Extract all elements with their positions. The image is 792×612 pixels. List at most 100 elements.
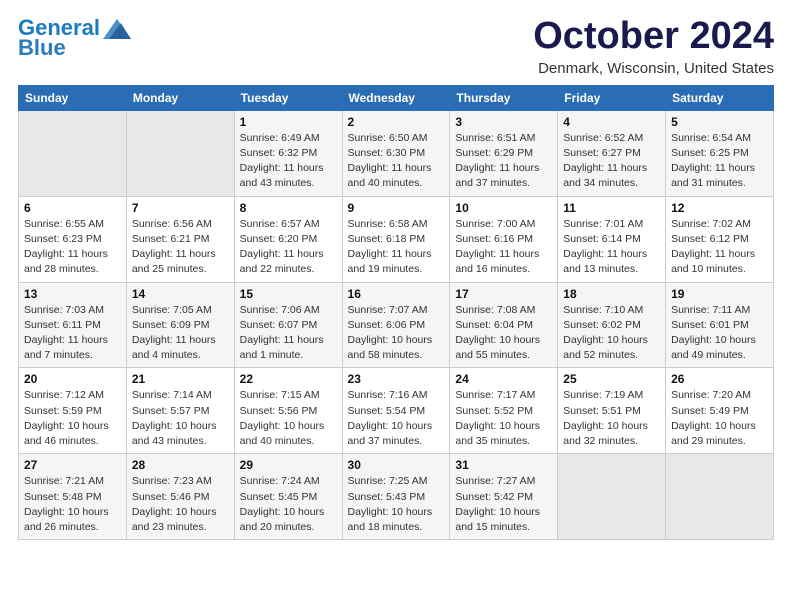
calendar-cell: 20 Sunrise: 7:12 AM Sunset: 5:59 PM Dayli… xyxy=(19,368,127,454)
day-info: Sunrise: 6:51 AM Sunset: 6:29 PM Dayligh… xyxy=(455,131,552,192)
day-info: Sunrise: 7:15 AM Sunset: 5:56 PM Dayligh… xyxy=(240,388,337,449)
day-number: 9 xyxy=(348,201,445,215)
calendar-cell xyxy=(19,110,127,196)
day-info: Sunrise: 7:00 AM Sunset: 6:16 PM Dayligh… xyxy=(455,217,552,278)
day-number: 27 xyxy=(24,458,121,472)
day-number: 15 xyxy=(240,287,337,301)
calendar-cell: 1 Sunrise: 6:49 AM Sunset: 6:32 PM Daylig… xyxy=(234,110,342,196)
day-number: 1 xyxy=(240,115,337,129)
calendar-cell: 10Sunrise: 7:00 AM Sunset: 6:16 PM Dayli… xyxy=(450,196,558,282)
day-number: 12 xyxy=(671,201,768,215)
calendar-cell: 27Sunrise: 7:21 AM Sunset: 5:48 PM Dayli… xyxy=(19,454,127,540)
day-number: 19 xyxy=(671,287,768,301)
day-number: 22 xyxy=(240,372,337,386)
day-header-thursday: Thursday xyxy=(450,85,558,110)
day-info: Sunrise: 7:05 AM Sunset: 6:09 PM Dayligh… xyxy=(132,303,229,364)
day-header-wednesday: Wednesday xyxy=(342,85,450,110)
day-info: Sunrise: 6:52 AM Sunset: 6:27 PM Dayligh… xyxy=(563,131,660,192)
day-header-tuesday: Tuesday xyxy=(234,85,342,110)
day-number: 3 xyxy=(455,115,552,129)
day-number: 30 xyxy=(348,458,445,472)
day-info: Sunrise: 6:50 AM Sunset: 6:30 PM Dayligh… xyxy=(348,131,445,192)
day-info: Sunrise: 6:56 AM Sunset: 6:21 PM Dayligh… xyxy=(132,217,229,278)
day-header-monday: Monday xyxy=(126,85,234,110)
calendar-cell: 9 Sunrise: 6:58 AM Sunset: 6:18 PM Daylig… xyxy=(342,196,450,282)
day-info: Sunrise: 6:54 AM Sunset: 6:25 PM Dayligh… xyxy=(671,131,768,192)
calendar-week-0: 1 Sunrise: 6:49 AM Sunset: 6:32 PM Daylig… xyxy=(19,110,774,196)
day-info: Sunrise: 7:25 AM Sunset: 5:43 PM Dayligh… xyxy=(348,474,445,535)
day-info: Sunrise: 7:10 AM Sunset: 6:02 PM Dayligh… xyxy=(563,303,660,364)
day-number: 29 xyxy=(240,458,337,472)
calendar-cell: 7 Sunrise: 6:56 AM Sunset: 6:21 PM Daylig… xyxy=(126,196,234,282)
day-info: Sunrise: 7:12 AM Sunset: 5:59 PM Dayligh… xyxy=(24,388,121,449)
calendar-cell: 28 Sunrise: 7:23 AM Sunset: 5:46 PM Dayli… xyxy=(126,454,234,540)
day-info: Sunrise: 7:06 AM Sunset: 6:07 PM Dayligh… xyxy=(240,303,337,364)
calendar-cell: 13Sunrise: 7:03 AM Sunset: 6:11 PM Dayli… xyxy=(19,282,127,368)
day-header-friday: Friday xyxy=(558,85,666,110)
calendar-week-4: 27Sunrise: 7:21 AM Sunset: 5:48 PM Dayli… xyxy=(19,454,774,540)
day-number: 16 xyxy=(348,287,445,301)
calendar-week-1: 6 Sunrise: 6:55 AM Sunset: 6:23 PM Daylig… xyxy=(19,196,774,282)
calendar-cell xyxy=(126,110,234,196)
calendar-cell: 6 Sunrise: 6:55 AM Sunset: 6:23 PM Daylig… xyxy=(19,196,127,282)
day-number: 11 xyxy=(563,201,660,215)
day-number: 24 xyxy=(455,372,552,386)
day-info: Sunrise: 7:14 AM Sunset: 5:57 PM Dayligh… xyxy=(132,388,229,449)
logo-icon xyxy=(103,19,131,39)
calendar-cell: 31 Sunrise: 7:27 AM Sunset: 5:42 PM Dayli… xyxy=(450,454,558,540)
header: General Blue October 2024 Denmark, Wisco… xyxy=(18,16,774,77)
day-number: 7 xyxy=(132,201,229,215)
day-number: 5 xyxy=(671,115,768,129)
calendar-cell: 18 Sunrise: 7:10 AM Sunset: 6:02 PM Dayli… xyxy=(558,282,666,368)
calendar-cell: 17 Sunrise: 7:08 AM Sunset: 6:04 PM Dayli… xyxy=(450,282,558,368)
calendar-cell: 5 Sunrise: 6:54 AM Sunset: 6:25 PM Daylig… xyxy=(666,110,774,196)
day-info: Sunrise: 6:58 AM Sunset: 6:18 PM Dayligh… xyxy=(348,217,445,278)
day-info: Sunrise: 7:20 AM Sunset: 5:49 PM Dayligh… xyxy=(671,388,768,449)
day-info: Sunrise: 7:07 AM Sunset: 6:06 PM Dayligh… xyxy=(348,303,445,364)
calendar-cell: 30 Sunrise: 7:25 AM Sunset: 5:43 PM Dayli… xyxy=(342,454,450,540)
day-info: Sunrise: 6:57 AM Sunset: 6:20 PM Dayligh… xyxy=(240,217,337,278)
calendar-cell: 8 Sunrise: 6:57 AM Sunset: 6:20 PM Daylig… xyxy=(234,196,342,282)
calendar-cell: 2Sunrise: 6:50 AM Sunset: 6:30 PM Daylig… xyxy=(342,110,450,196)
title-area: October 2024 Denmark, Wisconsin, United … xyxy=(533,16,774,77)
calendar-cell xyxy=(558,454,666,540)
calendar-week-2: 13Sunrise: 7:03 AM Sunset: 6:11 PM Dayli… xyxy=(19,282,774,368)
day-info: Sunrise: 7:27 AM Sunset: 5:42 PM Dayligh… xyxy=(455,474,552,535)
day-info: Sunrise: 7:08 AM Sunset: 6:04 PM Dayligh… xyxy=(455,303,552,364)
day-info: Sunrise: 7:24 AM Sunset: 5:45 PM Dayligh… xyxy=(240,474,337,535)
logo: General Blue xyxy=(18,16,131,60)
day-number: 14 xyxy=(132,287,229,301)
day-info: Sunrise: 7:17 AM Sunset: 5:52 PM Dayligh… xyxy=(455,388,552,449)
calendar-week-3: 20 Sunrise: 7:12 AM Sunset: 5:59 PM Dayli… xyxy=(19,368,774,454)
day-info: Sunrise: 7:16 AM Sunset: 5:54 PM Dayligh… xyxy=(348,388,445,449)
calendar-cell: 21 Sunrise: 7:14 AM Sunset: 5:57 PM Dayli… xyxy=(126,368,234,454)
day-number: 31 xyxy=(455,458,552,472)
day-number: 28 xyxy=(132,458,229,472)
day-info: Sunrise: 7:23 AM Sunset: 5:46 PM Dayligh… xyxy=(132,474,229,535)
day-info: Sunrise: 7:02 AM Sunset: 6:12 PM Dayligh… xyxy=(671,217,768,278)
calendar-cell: 16 Sunrise: 7:07 AM Sunset: 6:06 PM Dayli… xyxy=(342,282,450,368)
day-info: Sunrise: 6:55 AM Sunset: 6:23 PM Dayligh… xyxy=(24,217,121,278)
calendar-cell: 24 Sunrise: 7:17 AM Sunset: 5:52 PM Dayli… xyxy=(450,368,558,454)
day-number: 18 xyxy=(563,287,660,301)
day-number: 17 xyxy=(455,287,552,301)
day-number: 4 xyxy=(563,115,660,129)
day-number: 8 xyxy=(240,201,337,215)
calendar-cell: 23 Sunrise: 7:16 AM Sunset: 5:54 PM Dayli… xyxy=(342,368,450,454)
calendar-cell: 22 Sunrise: 7:15 AM Sunset: 5:56 PM Dayli… xyxy=(234,368,342,454)
calendar-header-row: SundayMondayTuesdayWednesdayThursdayFrid… xyxy=(19,85,774,110)
day-info: Sunrise: 6:49 AM Sunset: 6:32 PM Dayligh… xyxy=(240,131,337,192)
calendar-cell: 25Sunrise: 7:19 AM Sunset: 5:51 PM Dayli… xyxy=(558,368,666,454)
logo-blue: Blue xyxy=(18,36,66,60)
day-number: 6 xyxy=(24,201,121,215)
calendar-cell: 19 Sunrise: 7:11 AM Sunset: 6:01 PM Dayli… xyxy=(666,282,774,368)
calendar-cell: 26Sunrise: 7:20 AM Sunset: 5:49 PM Dayli… xyxy=(666,368,774,454)
day-number: 20 xyxy=(24,372,121,386)
day-number: 21 xyxy=(132,372,229,386)
day-number: 23 xyxy=(348,372,445,386)
day-header-saturday: Saturday xyxy=(666,85,774,110)
calendar-cell: 15 Sunrise: 7:06 AM Sunset: 6:07 PM Dayli… xyxy=(234,282,342,368)
day-number: 25 xyxy=(563,372,660,386)
calendar: SundayMondayTuesdayWednesdayThursdayFrid… xyxy=(18,85,774,540)
day-info: Sunrise: 7:11 AM Sunset: 6:01 PM Dayligh… xyxy=(671,303,768,364)
